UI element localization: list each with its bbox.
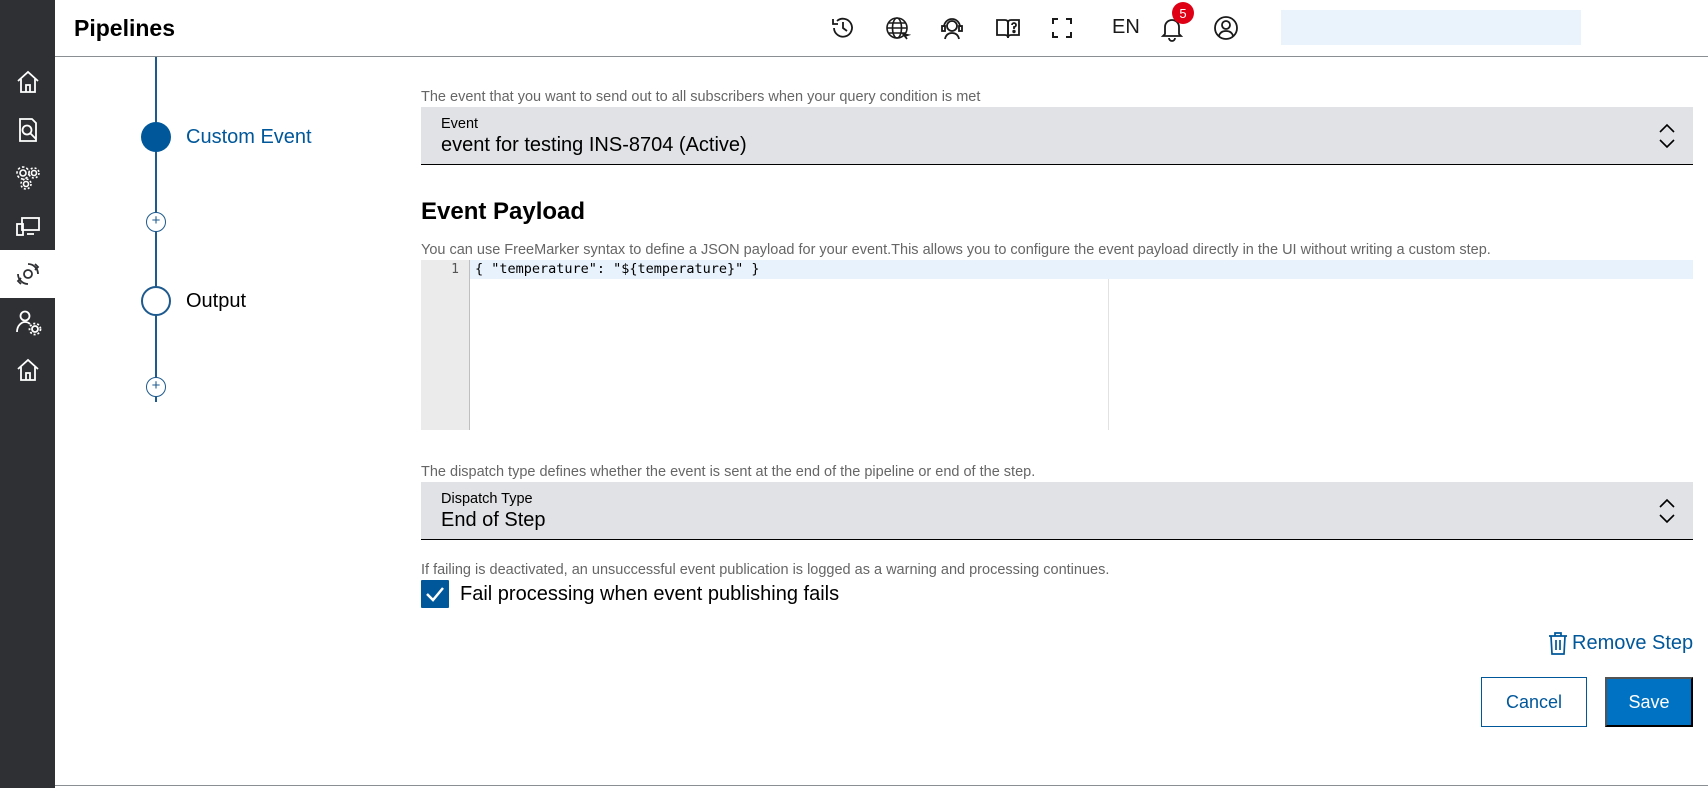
add-step-button[interactable]: + bbox=[146, 212, 166, 232]
globe-icon bbox=[886, 17, 911, 40]
dispatch-type-select[interactable]: Dispatch Type End of Step bbox=[421, 482, 1693, 540]
checkmark-icon bbox=[426, 587, 444, 602]
sidebar-item-user-settings[interactable] bbox=[0, 298, 55, 346]
fail-processing-label[interactable]: Fail processing when event publishing fa… bbox=[460, 583, 839, 606]
top-header: Pipelines EN 5 bbox=[55, 0, 1708, 57]
bottom-divider bbox=[55, 785, 1708, 786]
sidebar-item-pipelines[interactable] bbox=[0, 250, 55, 298]
fullscreen-button[interactable] bbox=[1046, 12, 1078, 44]
fullscreen-icon bbox=[1052, 18, 1072, 38]
user-settings-icon bbox=[15, 310, 41, 336]
sidebar bbox=[0, 0, 55, 788]
history-button[interactable] bbox=[827, 12, 859, 44]
add-step-button-bottom[interactable]: + bbox=[146, 377, 166, 397]
event-select[interactable]: Event event for testing INS-8704 (Active… bbox=[421, 107, 1693, 165]
dispatch-select-value: End of Step bbox=[441, 509, 546, 531]
home-outline-icon bbox=[16, 358, 39, 381]
trash-icon bbox=[1549, 632, 1567, 655]
sidebar-item-gears[interactable] bbox=[0, 154, 55, 202]
chevron-up-down-icon bbox=[1659, 123, 1675, 149]
gears-icon bbox=[15, 166, 40, 190]
sidebar-item-home-outline[interactable] bbox=[0, 346, 55, 394]
help-manual-button[interactable] bbox=[992, 12, 1024, 44]
payload-hint: You can use FreeMarker syntax to define … bbox=[421, 242, 1491, 258]
user-avatar-icon bbox=[1214, 16, 1238, 40]
language-selector[interactable]: EN bbox=[1112, 16, 1140, 39]
failure-hint: If failing is deactivated, an unsuccessf… bbox=[421, 562, 1110, 578]
user-info-box[interactable] bbox=[1281, 10, 1581, 45]
line-number: 1 bbox=[451, 262, 459, 277]
page-title: Pipelines bbox=[74, 15, 175, 41]
book-question-icon bbox=[996, 19, 1020, 39]
event-select-label: Event bbox=[441, 116, 479, 132]
event-select-value: event for testing INS-8704 (Active) bbox=[441, 134, 747, 156]
fail-processing-checkbox[interactable] bbox=[421, 580, 449, 608]
event-hint: The event that you want to send out to a… bbox=[421, 89, 981, 105]
globe-button[interactable] bbox=[881, 12, 913, 44]
remove-step-button[interactable]: Remove Step bbox=[1546, 630, 1693, 656]
support-button[interactable] bbox=[936, 12, 968, 44]
home-icon bbox=[16, 70, 39, 93]
print-margin bbox=[1108, 279, 1109, 430]
cancel-button[interactable]: Cancel bbox=[1481, 677, 1587, 727]
history-icon bbox=[832, 17, 853, 38]
code-line[interactable]: { "temperature": "${temperature}" } bbox=[475, 261, 759, 277]
step-indicator-output[interactable] bbox=[141, 286, 171, 316]
sidebar-item-monitor[interactable] bbox=[0, 202, 55, 250]
dispatch-select-label: Dispatch Type bbox=[441, 491, 533, 507]
pipeline-gear-icon bbox=[16, 263, 39, 285]
chevron-up-down-icon bbox=[1659, 498, 1675, 524]
document-search-icon bbox=[18, 118, 37, 142]
dispatch-hint: The dispatch type defines whether the ev… bbox=[421, 464, 1036, 480]
event-payload-title: Event Payload bbox=[421, 198, 586, 225]
user-profile-button[interactable] bbox=[1210, 12, 1242, 44]
support-agent-icon bbox=[941, 18, 963, 40]
editor-gutter: 1 bbox=[421, 260, 470, 430]
step-label-custom-event[interactable]: Custom Event bbox=[186, 126, 312, 149]
monitor-icon bbox=[15, 217, 40, 236]
sidebar-item-home[interactable] bbox=[0, 58, 55, 106]
save-button[interactable]: Save bbox=[1605, 677, 1693, 727]
remove-step-label: Remove Step bbox=[1572, 631, 1694, 654]
code-editor[interactable]: 1 { "temperature": "${temperature}" } bbox=[421, 260, 1693, 430]
sidebar-item-document-search[interactable] bbox=[0, 106, 55, 154]
step-label-output[interactable]: Output bbox=[186, 290, 246, 313]
notification-badge: 5 bbox=[1172, 2, 1194, 24]
step-indicator-active[interactable] bbox=[141, 122, 171, 152]
